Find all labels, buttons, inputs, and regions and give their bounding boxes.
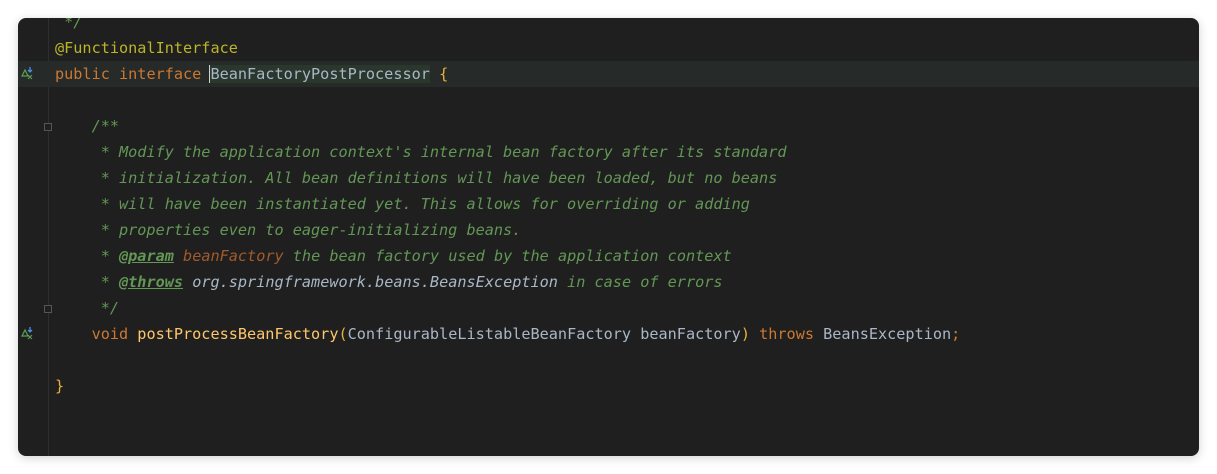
code-text: * @param beanFactory the bean factory us…	[55, 243, 732, 269]
code-line[interactable]: void postProcessBeanFactory(Configurable…	[18, 321, 1199, 347]
code-token: {	[439, 65, 449, 83]
code-token: }	[55, 377, 65, 395]
code-text: * Modify the application context's inter…	[55, 139, 787, 165]
code-token: org.springframework.beans.BeansException	[192, 273, 558, 291]
code-token: in case of errors	[557, 273, 723, 291]
code-token: )	[740, 325, 750, 343]
code-line[interactable]: * @throws org.springframework.beans.Bean…	[18, 269, 1199, 295]
code-text: * will have been instantiated yet. This …	[55, 191, 750, 217]
fold-marker-icon[interactable]	[44, 123, 52, 131]
code-token: @param	[119, 247, 174, 265]
code-token: * initialization. All bean definitions w…	[55, 169, 778, 187]
code-token: BeansException	[823, 325, 952, 343]
code-editor[interactable]: */ @FunctionalInterface public interface B…	[18, 18, 1199, 456]
code-text: /**	[55, 113, 119, 139]
code-line[interactable]: */	[18, 295, 1199, 321]
code-token: */	[55, 299, 120, 317]
code-token: @FunctionalInterface	[55, 39, 238, 57]
code-line[interactable]: * initialization. All bean definitions w…	[18, 165, 1199, 191]
code-line[interactable]: /**	[18, 113, 1199, 139]
code-text: @FunctionalInterface	[55, 35, 238, 61]
code-line[interactable]: * properties even to eager-initializing …	[18, 217, 1199, 243]
code-line[interactable]	[18, 87, 1199, 113]
code-token: * Modify the application context's inter…	[55, 143, 787, 161]
code-token: * properties even to eager-initializing …	[55, 221, 522, 239]
code-token: beanFactory	[183, 247, 284, 265]
code-text: * initialization. All bean definitions w…	[55, 165, 778, 191]
code-line[interactable]: @FunctionalInterface	[18, 35, 1199, 61]
code-line[interactable]: }	[18, 373, 1199, 399]
code-text: void postProcessBeanFactory(Configurable…	[55, 321, 961, 347]
code-line[interactable]: * will have been instantiated yet. This …	[18, 191, 1199, 217]
code-line[interactable]: public interface BeanFactoryPostProcesso…	[18, 61, 1199, 87]
code-text: public interface BeanFactoryPostProcesso…	[55, 61, 448, 87]
code-token: interface	[119, 65, 211, 83]
code-token: postProcessBeanFactory	[137, 325, 339, 343]
code-text: */	[55, 295, 119, 321]
code-token: the bean factory used by the application…	[283, 247, 732, 265]
code-token: void	[91, 325, 138, 343]
code-line[interactable]: */	[18, 18, 1199, 35]
code-token: @throws	[119, 273, 184, 291]
code-line[interactable]: * Modify the application context's inter…	[18, 139, 1199, 165]
code-token: * will have been instantiated yet. This …	[55, 195, 750, 213]
code-text: * properties even to eager-initializing …	[55, 217, 522, 243]
implemented-icon[interactable]	[20, 326, 34, 340]
code-text: * @throws org.springframework.beans.Bean…	[55, 269, 723, 295]
highlighted-identifier: BeanFactoryPostProcessor	[209, 65, 430, 83]
code-token: *	[55, 247, 120, 265]
code-token: ;	[951, 325, 961, 343]
code-token: ConfigurableListableBeanFactory beanFact…	[347, 325, 741, 343]
code-token: throws	[759, 325, 824, 343]
code-text: */	[55, 18, 82, 35]
code-line[interactable]	[18, 347, 1199, 373]
code-token: *	[55, 273, 120, 291]
code-token: */	[55, 18, 83, 31]
fold-marker-icon[interactable]	[44, 305, 52, 313]
code-line[interactable]: * @param beanFactory the bean factory us…	[18, 243, 1199, 269]
code-token: (	[338, 325, 348, 343]
code-token: /**	[55, 117, 120, 135]
implemented-icon[interactable]	[20, 66, 34, 80]
code-token: public	[55, 65, 120, 83]
code-text: }	[55, 373, 64, 399]
